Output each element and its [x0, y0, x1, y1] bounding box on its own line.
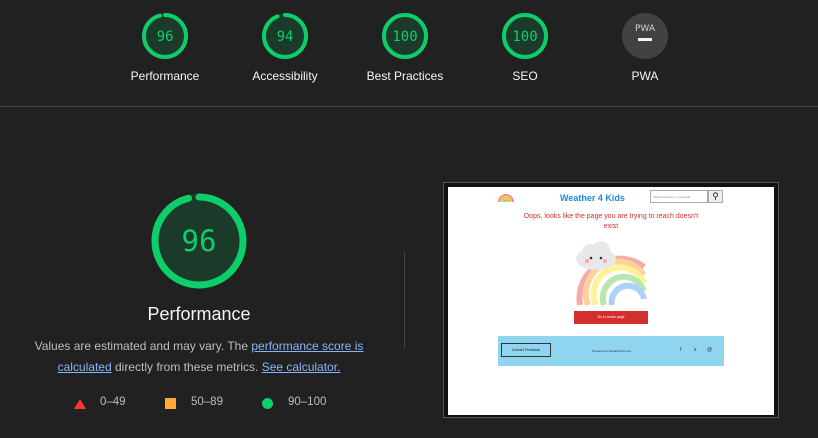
- legend-fail-range: 0–49: [100, 396, 126, 408]
- pwa-dash-icon: PWA: [622, 13, 668, 59]
- site-footer: Contact Feedback Powered by WeatherAPI.c…: [498, 336, 724, 366]
- page-screenshot-frame[interactable]: Weather 4 Kids Search location or postco…: [443, 182, 779, 418]
- gauge-performance[interactable]: 96 Performance: [105, 12, 225, 83]
- gauge-seo-label: SEO: [512, 69, 538, 83]
- performance-title: Performance: [147, 304, 251, 324]
- circle-pass-icon: [262, 398, 273, 409]
- contact-feedback-button: Contact Feedback: [501, 343, 551, 357]
- x-icon: x: [694, 347, 697, 353]
- gauge-best-practices-score: 100: [392, 29, 417, 45]
- legend-average-range: 50–89: [191, 396, 223, 408]
- gauge-accessibility-label: Accessibility: [252, 69, 318, 83]
- square-average-icon: [165, 398, 176, 409]
- performance-score: 96: [182, 224, 217, 258]
- home-page-button: Go to home page: [574, 311, 648, 324]
- legend-pass-range: 90–100: [288, 396, 327, 408]
- gauge-pwa-badge: PWA: [635, 24, 656, 34]
- gauge-seo-score: 100: [512, 29, 537, 45]
- gauge-accessibility-ring: 94: [262, 13, 308, 59]
- see-calculator-link[interactable]: See calculator.: [262, 360, 341, 374]
- gauge-performance-score: 96: [157, 29, 174, 45]
- gauge-performance-label: Performance: [130, 69, 200, 83]
- triangle-fail-icon: [74, 399, 86, 409]
- gauge-pwa[interactable]: PWA PWA: [585, 12, 705, 83]
- site-search-input: Search location or postcode: [650, 190, 708, 203]
- vertical-divider: [404, 252, 405, 348]
- desc-prefix: Values are estimated and may vary. The: [34, 339, 252, 353]
- footer-text: Powered by WeatherAPI.com: [592, 349, 632, 353]
- instagram-icon: @: [707, 347, 713, 353]
- gauge-best-practices-ring: 100: [382, 13, 428, 59]
- facebook-icon: f: [680, 347, 682, 353]
- gauge-pwa-label: PWA: [631, 69, 659, 83]
- page-screenshot: Weather 4 Kids Search location or postco…: [448, 187, 774, 415]
- gauge-seo-ring: 100: [502, 13, 548, 59]
- site-brand: Weather 4 Kids: [560, 193, 625, 203]
- cloud-rainbow-illustration-icon: [576, 241, 647, 307]
- rainbow-logo-icon: [498, 194, 514, 203]
- performance-description: Values are estimated and may vary. The p…: [24, 336, 374, 378]
- performance-gauge-ring: 96: [151, 193, 247, 289]
- magnifier-icon: ⚲: [708, 190, 723, 203]
- category-gauges-bar: 96 Performance 94 Accessibility 100 Best…: [0, 0, 818, 107]
- gauge-accessibility-score: 94: [277, 29, 294, 45]
- gauge-seo[interactable]: 100 SEO: [465, 12, 585, 83]
- gauge-performance-ring: 96: [142, 13, 188, 59]
- gauge-best-practices-label: Best Practices: [366, 69, 444, 83]
- error-message: Oops, looks like the page you are trying…: [523, 213, 699, 230]
- performance-gauge-large: 96: [150, 192, 248, 295]
- desc-middle: directly from these metrics.: [111, 360, 262, 374]
- gauge-best-practices[interactable]: 100 Best Practices: [345, 12, 465, 83]
- gauge-accessibility[interactable]: 94 Accessibility: [225, 12, 345, 83]
